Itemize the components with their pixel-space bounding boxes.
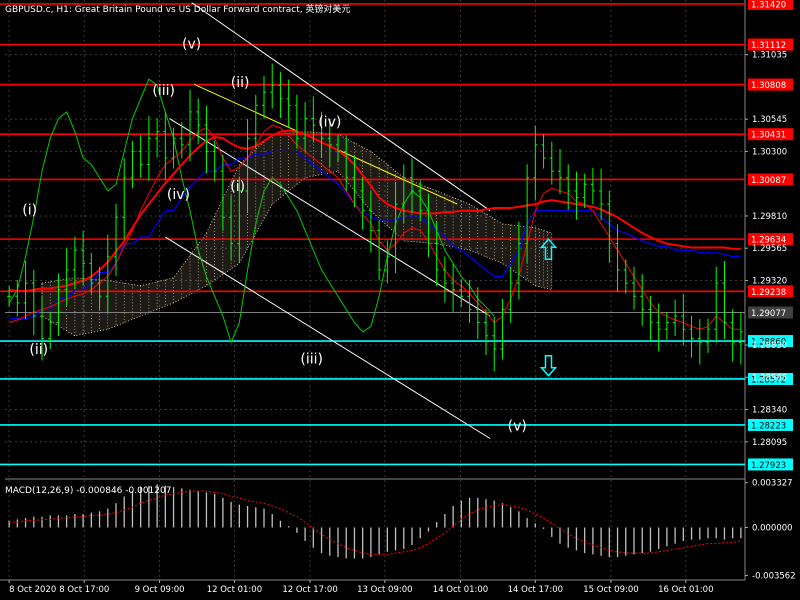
time-tick-label: 8 Oct 17:00 [59,585,109,595]
macd-tick-label: 0.000000 [752,523,793,533]
wave-label: (i) [230,179,245,195]
time-tick-label: 13 Oct 09:00 [357,585,412,595]
wave-label: (iv) [318,114,341,130]
resistance-level-label: 1.31112 [751,41,786,51]
macd-tick-label: -0.003562 [752,571,796,581]
time-tick-label: 15 Oct 09:00 [583,585,638,595]
time-tick-label: 12 Oct 17:00 [282,585,337,595]
macd-tick-label: 0.003327 [752,479,793,489]
support-level-label: 1.27923 [751,461,786,471]
resistance-level-label: 1.29238 [751,288,786,298]
wave-label: (v) [508,419,527,435]
price-tick-label: 1.28340 [752,406,787,416]
price-tick-label: 1.28585 [752,373,787,383]
wave-label: (ii) [29,342,48,358]
chart-root: 1.314201.311121.308081.304311.300871.296… [0,0,800,600]
time-tick-label: 12 Oct 01:00 [207,585,262,595]
price-tick-label: 1.29320 [752,276,787,286]
price-tick-label: 1.31035 [752,51,787,61]
price-tick-label: 1.30545 [752,115,787,125]
resistance-level-label: 1.30087 [751,176,786,186]
time-tick-label: 8 Oct 2020 [9,585,56,595]
time-tick-label: 14 Oct 01:00 [433,585,488,595]
wave-label: (iv) [167,187,190,203]
price-tick-label: 1.28830 [752,341,787,351]
wave-label: (ii) [231,75,250,91]
wave-label: (i) [22,203,37,219]
support-level-label: 1.28223 [751,421,786,431]
chart-title: GBPUSD.c, H1: Great Britain Pound vs US … [5,3,350,15]
resistance-level-label: 1.31420 [751,0,786,10]
price-tick-label: 1.29565 [752,244,787,254]
price-tick-label: 1.29810 [752,212,787,222]
resistance-level-label: 1.30808 [751,81,786,91]
time-tick-label: 9 Oct 09:00 [135,585,185,595]
price-tick-label: 1.30300 [752,147,787,157]
time-tick-label: 16 Oct 01:00 [658,585,713,595]
macd-title: MACD(12,26,9) -0.000846 -0.001207 [5,486,171,496]
resistance-level-label: 1.30431 [751,131,786,141]
price-tick-label: 1.28095 [752,438,787,448]
wave-label: (iii) [300,351,323,367]
wave-label: (iii) [152,83,175,99]
current-price-label: 1.29077 [751,309,786,319]
wave-label: (v) [182,37,201,53]
time-tick-label: 14 Oct 17:00 [508,585,563,595]
